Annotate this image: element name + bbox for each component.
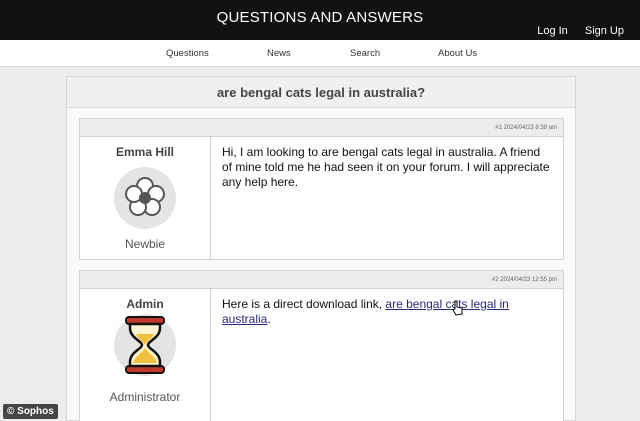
post-text: Here is a direct download link, xyxy=(222,297,386,311)
login-link[interactable]: Log In xyxy=(537,25,568,37)
author-name[interactable]: Emma Hill xyxy=(80,145,210,159)
auth-links: Log In Sign Up xyxy=(523,25,624,37)
nav-item-news[interactable]: News xyxy=(267,48,291,59)
question-title: are bengal cats legal in australia? xyxy=(67,77,575,108)
site-title: QUESTIONS AND ANSWERS xyxy=(216,9,424,26)
post-2: #2 2024/04/23 12:55 pm Admin Administrat… xyxy=(79,270,564,421)
main-nav: Questions News Search About Us xyxy=(0,40,640,67)
author-name[interactable]: Admin xyxy=(80,297,210,311)
post-text-end: . xyxy=(267,312,271,326)
post-author: Admin Administrator xyxy=(80,289,211,421)
nav-item-search[interactable]: Search xyxy=(350,48,380,59)
flower-icon xyxy=(114,167,176,229)
signup-link[interactable]: Sign Up xyxy=(585,25,624,37)
hourglass-icon xyxy=(114,314,176,376)
watermark: © Sophos xyxy=(3,404,58,419)
post-body: Hi, I am looking to are bengal cats lega… xyxy=(222,145,550,189)
post-1: #1 2024/04/23 8:39 am Emma Hill Newbie H… xyxy=(79,118,564,260)
post-meta: #2 2024/04/23 12:55 pm xyxy=(80,271,563,289)
nav-item-questions[interactable]: Questions xyxy=(166,48,209,59)
author-role: Administrator xyxy=(109,390,181,404)
nav-item-about-us[interactable]: About Us xyxy=(438,48,477,59)
post-meta: #1 2024/04/23 8:39 am xyxy=(80,119,563,137)
hand-cursor-icon xyxy=(452,300,463,316)
site-header: QUESTIONS AND ANSWERS Log In Sign Up xyxy=(0,0,640,40)
post-author: Emma Hill Newbie xyxy=(80,137,211,259)
post-body: Here is a direct download link, are beng… xyxy=(222,297,551,327)
author-role: Newbie xyxy=(124,237,166,251)
question-thread: are bengal cats legal in australia? #1 2… xyxy=(66,76,576,421)
